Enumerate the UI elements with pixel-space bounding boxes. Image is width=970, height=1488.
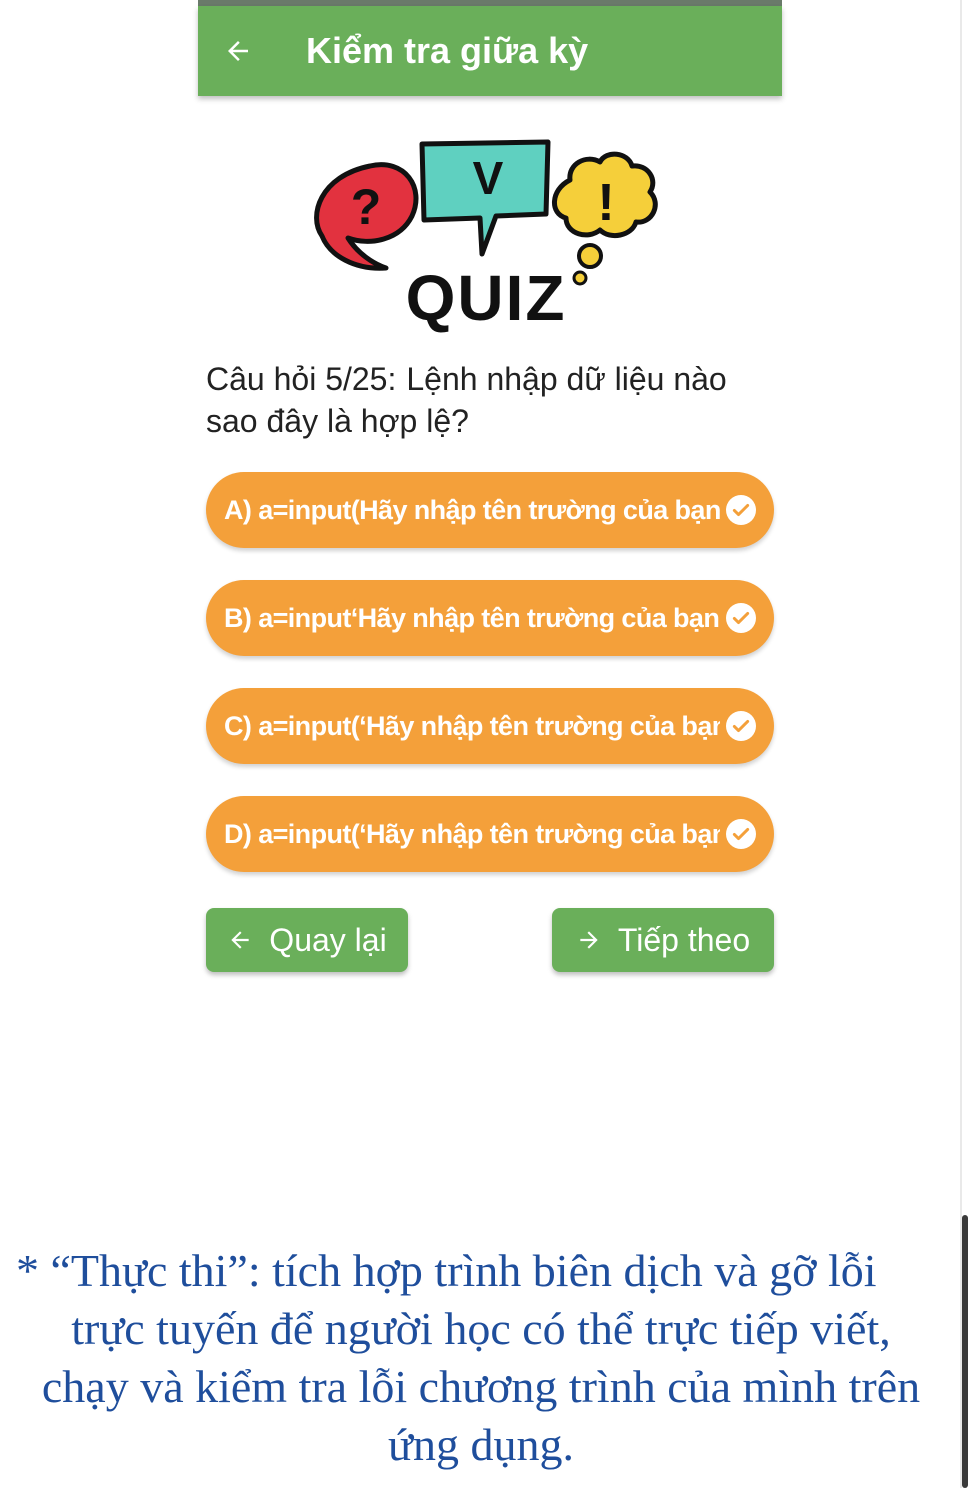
app-bar: Kiểm tra giữa kỳ bbox=[198, 6, 782, 96]
question-text: Câu hỏi 5/25: Lệnh nhập dữ liệu nào sao đ… bbox=[206, 358, 776, 442]
check-circle-icon bbox=[726, 819, 756, 849]
bubble-question-glyph: ? bbox=[351, 179, 382, 235]
next-button-label: Tiếp theo bbox=[617, 921, 751, 958]
arrow-left-icon bbox=[227, 927, 253, 953]
previous-button[interactable]: Quay lại bbox=[206, 908, 408, 972]
arrow-right-icon bbox=[576, 927, 602, 953]
option-label: A) a=input(Hãy nhập tên trường của bạn:) bbox=[224, 494, 720, 525]
option-b[interactable]: B) a=input‘Hãy nhập tên trường của bạn:’ bbox=[206, 580, 774, 656]
option-label: C) a=input(‘Hãy nhập tên trường của bạn:… bbox=[224, 710, 720, 741]
back-button[interactable] bbox=[198, 6, 278, 96]
previous-button-label: Quay lại bbox=[269, 921, 387, 958]
caption-line: ứng dụng. bbox=[388, 1419, 574, 1470]
arrow-left-icon bbox=[228, 41, 248, 61]
answer-options: A) a=input(Hãy nhập tên trường của bạn:)… bbox=[206, 472, 774, 904]
check-circle-icon bbox=[726, 711, 756, 741]
option-label: D) a=input(‘Hãy nhập tên trường của bạn:… bbox=[224, 818, 720, 849]
bubble-check-glyph: V bbox=[473, 152, 504, 204]
caption-line: chạy và kiểm tra lỗi chương trình của mì… bbox=[41, 1361, 921, 1412]
page-title: Kiểm tra giữa kỳ bbox=[306, 30, 589, 71]
option-a[interactable]: A) a=input(Hãy nhập tên trường của bạn:) bbox=[206, 472, 774, 548]
next-button[interactable]: Tiếp theo bbox=[552, 908, 774, 972]
scrollbar-thumb[interactable] bbox=[962, 1215, 968, 1488]
question-number: Câu hỏi 5/25: bbox=[206, 361, 397, 397]
quiz-logo: ? V ! QUIZ bbox=[314, 139, 658, 334]
check-circle-icon bbox=[726, 495, 756, 525]
option-label: B) a=input‘Hãy nhập tên trường của bạn:’ bbox=[224, 602, 720, 633]
option-c[interactable]: C) a=input(‘Hãy nhập tên trường của bạn:… bbox=[206, 688, 774, 764]
option-d[interactable]: D) a=input(‘Hãy nhập tên trường của bạn:… bbox=[206, 796, 774, 872]
caption-line: trực tuyến để người học có thể trực tiếp… bbox=[71, 1303, 891, 1354]
caption-line: * “Thực thi”: tích hợp trình biên dịch v… bbox=[16, 1245, 877, 1296]
bubble-exclamation-glyph: ! bbox=[597, 174, 614, 232]
page: Kiểm tra giữa kỳ ? V ! QUIZ Câu hỏi 5/25… bbox=[0, 0, 970, 1488]
check-bubble-icon: V bbox=[419, 139, 551, 257]
check-circle-icon bbox=[726, 603, 756, 633]
question-bubble-icon: ? bbox=[314, 162, 419, 271]
quiz-word: QUIZ bbox=[406, 262, 567, 334]
exclamation-cloud-icon: ! bbox=[552, 151, 658, 286]
caption-text: * “Thực thi”: tích hợp trình biên dịch v… bbox=[0, 1242, 962, 1474]
